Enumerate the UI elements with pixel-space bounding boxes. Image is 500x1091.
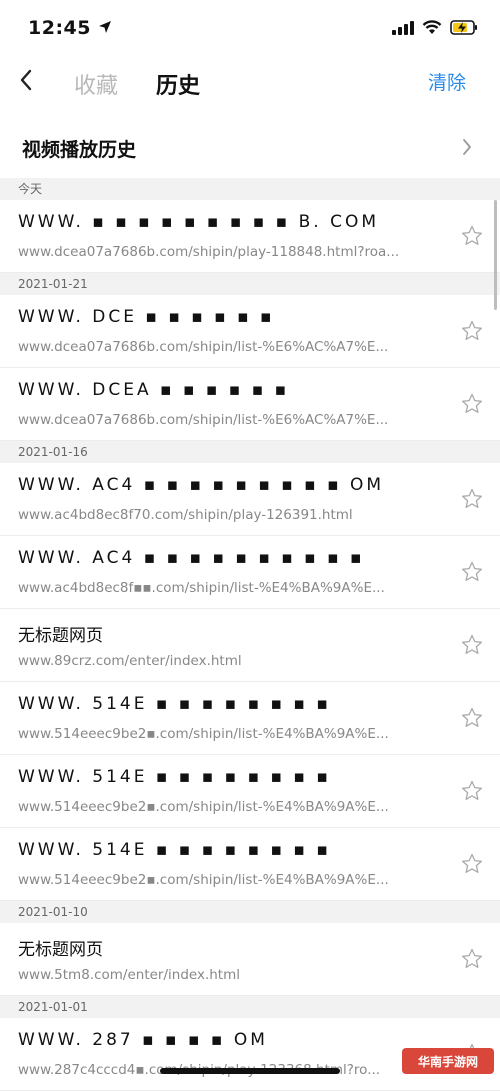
history-item-title: WWW. 287 ▪ ▪ ▪ ▪ OM <box>18 1030 268 1050</box>
history-item[interactable]: WWW. DCE ▪ ▪ ▪ ▪ ▪ ▪ www.dcea07a7686b.com… <box>0 295 500 368</box>
cellular-signal-icon <box>392 20 414 39</box>
date-header: 2021-01-16 <box>0 441 500 463</box>
history-list: 今天 WWW. ▪ ▪ ▪ ▪ ▪ ▪ ▪ ▪ ▪ B. COM www.dcea0… <box>0 178 500 1091</box>
date-header: 今天 <box>0 178 500 200</box>
date-header: 2021-01-10 <box>0 901 500 923</box>
history-item-title: WWW. AC4 ▪ ▪ ▪ ▪ ▪ ▪ ▪ ▪ ▪ ▪ <box>18 548 365 568</box>
history-item-title: WWW. 514E ▪ ▪ ▪ ▪ ▪ ▪ ▪ ▪ <box>18 694 331 714</box>
history-item-url: www.ac4bd8ec8f70.com/shipin/play-126391.… <box>18 507 353 523</box>
star-icon[interactable] <box>460 319 484 347</box>
scrollbar[interactable] <box>494 200 497 310</box>
tab-history[interactable]: 历史 <box>156 68 200 100</box>
history-item-url: www.dcea07a7686b.com/shipin/play-118848.… <box>18 244 400 260</box>
date-header: 2021-01-21 <box>0 273 500 295</box>
date-header: 2021-01-01 <box>0 996 500 1018</box>
history-item[interactable]: WWW. AC4 ▪ ▪ ▪ ▪ ▪ ▪ ▪ ▪ ▪ ▪ www.ac4bd8ec… <box>0 536 500 609</box>
nav-bar: 收藏 历史 清除 <box>0 58 500 108</box>
status-icons <box>392 20 478 39</box>
history-item[interactable]: 无标题网页 www.89crz.com/enter/index.html <box>0 609 500 682</box>
clear-button[interactable]: 清除 <box>428 68 466 95</box>
star-icon[interactable] <box>460 560 484 588</box>
watermark-logo: 华南手游网 <box>402 1048 494 1074</box>
history-item-url: www.514eeec9be2▪.com/shipin/list-%E4%BA%… <box>18 872 389 888</box>
history-item-url: www.5tm8.com/enter/index.html <box>18 967 241 983</box>
history-item-title: 无标题网页 <box>18 940 103 960</box>
tab-favorites[interactable]: 收藏 <box>74 68 118 100</box>
status-time: 12:45 <box>28 17 112 39</box>
history-item-url: www.ac4bd8ec8f▪▪.com/shipin/list-%E4%BA%… <box>18 580 385 596</box>
history-item-title: 无标题网页 <box>18 626 103 646</box>
history-item[interactable]: WWW. DCEA ▪ ▪ ▪ ▪ ▪ ▪ www.dcea07a7686b.co… <box>0 368 500 441</box>
chevron-left-icon <box>19 69 33 95</box>
wifi-icon <box>422 20 442 39</box>
history-item-title: WWW. 514E ▪ ▪ ▪ ▪ ▪ ▪ ▪ ▪ <box>18 767 331 787</box>
video-history-row[interactable]: 视频播放历史 <box>0 118 500 179</box>
history-item[interactable]: WWW. 514E ▪ ▪ ▪ ▪ ▪ ▪ ▪ ▪ www.514eeec9be2… <box>0 682 500 755</box>
history-item[interactable]: WWW. 514E ▪ ▪ ▪ ▪ ▪ ▪ ▪ ▪ www.514eeec9be2… <box>0 755 500 828</box>
star-icon[interactable] <box>460 224 484 252</box>
history-item-title: WWW. AC4 ▪ ▪ ▪ ▪ ▪ ▪ ▪ ▪ ▪ OM <box>18 475 385 495</box>
star-icon[interactable] <box>460 487 484 515</box>
history-item[interactable]: WWW. 514E ▪ ▪ ▪ ▪ ▪ ▪ ▪ ▪ www.514eeec9be2… <box>0 828 500 901</box>
history-item[interactable]: WWW. ▪ ▪ ▪ ▪ ▪ ▪ ▪ ▪ ▪ B. COM www.dcea07a… <box>0 200 500 273</box>
history-item[interactable]: 无标题网页 www.5tm8.com/enter/index.html <box>0 923 500 996</box>
battery-charging-icon <box>450 20 478 39</box>
history-item-title: WWW. ▪ ▪ ▪ ▪ ▪ ▪ ▪ ▪ ▪ B. COM <box>18 212 380 232</box>
chevron-right-icon <box>462 138 472 160</box>
history-item-title: WWW. DCE ▪ ▪ ▪ ▪ ▪ ▪ <box>18 307 275 327</box>
star-icon[interactable] <box>460 779 484 807</box>
back-button[interactable] <box>14 64 38 100</box>
location-arrow-icon <box>98 17 112 39</box>
status-bar: 12:45 <box>0 0 500 58</box>
history-item-url: www.dcea07a7686b.com/shipin/list-%E6%AC%… <box>18 412 389 428</box>
history-item-url: www.514eeec9be2▪.com/shipin/list-%E4%BA%… <box>18 726 389 742</box>
history-item-url: www.514eeec9be2▪.com/shipin/list-%E4%BA%… <box>18 799 389 815</box>
history-item[interactable]: WWW. AC4 ▪ ▪ ▪ ▪ ▪ ▪ ▪ ▪ ▪ OM www.ac4bd8e… <box>0 463 500 536</box>
star-icon[interactable] <box>460 392 484 420</box>
home-indicator <box>160 1068 340 1074</box>
history-item-title: WWW. DCEA ▪ ▪ ▪ ▪ ▪ ▪ <box>18 380 290 400</box>
history-item-url: www.dcea07a7686b.com/shipin/list-%E6%AC%… <box>18 339 389 355</box>
star-icon[interactable] <box>460 947 484 975</box>
video-history-label: 视频播放历史 <box>22 139 137 161</box>
star-icon[interactable] <box>460 706 484 734</box>
star-icon[interactable] <box>460 852 484 880</box>
history-item-url: www.89crz.com/enter/index.html <box>18 653 242 669</box>
status-time-text: 12:45 <box>28 17 91 39</box>
history-item-title: WWW. 514E ▪ ▪ ▪ ▪ ▪ ▪ ▪ ▪ <box>18 840 331 860</box>
star-icon[interactable] <box>460 633 484 661</box>
